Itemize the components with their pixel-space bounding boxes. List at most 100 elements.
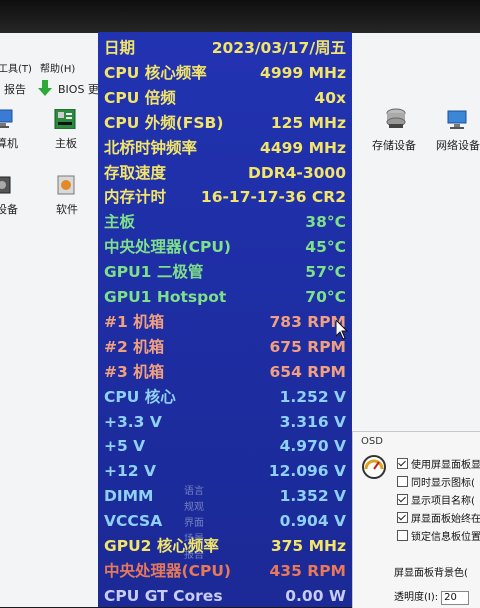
- sensor-row: 主板 38°C: [98, 210, 352, 235]
- sensor-label: +5 V: [104, 437, 146, 456]
- sensor-value: 4499 MHz: [260, 138, 346, 157]
- sensor-label: GPU1 二极管: [104, 263, 204, 282]
- sensor-value: 45°C: [305, 238, 346, 257]
- sensor-value: 654 RPM: [269, 362, 346, 381]
- sensor-label: CPU 倍频: [104, 88, 176, 107]
- menubar: 工具(T) 帮助(H): [0, 33, 100, 75]
- sensor-label: +3.3 V: [104, 412, 162, 431]
- device-label-motherboard[interactable]: 主板: [55, 135, 77, 151]
- sensor-value: 375 MHz: [270, 537, 346, 555]
- sensor-value: 0.904 V: [279, 512, 346, 531]
- sensor-row: DIMM 1.352 V: [98, 484, 352, 509]
- sensor-label: CPU 外频(FSB): [104, 113, 224, 132]
- gauge-icon: [362, 455, 386, 479]
- checkbox-lock[interactable]: [397, 530, 408, 541]
- sensor-row: 存取速度 DDR4-3000: [98, 161, 352, 186]
- device-icon[interactable]: [0, 175, 14, 195]
- sensor-row: 北桥时钟频率 4499 MHz: [98, 136, 352, 161]
- sensor-value: 125 MHz: [270, 113, 346, 132]
- sensor-row: +3.3 V 3.316 V: [98, 410, 352, 435]
- sensor-label: VCCSA: [104, 512, 163, 531]
- toolbar: 报告 BIOS 更: [0, 77, 100, 101]
- sensor-value: 675 RPM: [269, 337, 346, 356]
- osd-settings-panel: OSD 使用屏显面板显 同时显示图标( 显示项目名称( 屏显面板始终在 锁定信息…: [352, 431, 480, 608]
- sensor-value: 57°C: [305, 263, 346, 282]
- sensor-row: +12 V 12.096 V: [98, 459, 352, 484]
- software-icon[interactable]: [56, 175, 78, 195]
- sensor-value: 2023/03/17/周五: [211, 39, 346, 57]
- device-label-computer[interactable]: 算机: [0, 135, 18, 151]
- sensor-label: 中央处理器(CPU): [104, 561, 231, 580]
- transparency-input[interactable]: 20: [441, 591, 470, 605]
- sensor-row: CPU 外频(FSB) 125 MHz: [98, 111, 352, 136]
- sensor-row: 日期 2023/03/17/周五: [98, 36, 352, 61]
- device-label-storage[interactable]: 存储设备: [372, 137, 416, 153]
- osd-option-icons[interactable]: 同时显示图标(: [397, 474, 475, 489]
- device-label-devices[interactable]: 设备: [0, 201, 18, 217]
- menu-help[interactable]: 帮助(H): [40, 60, 75, 75]
- sensor-label: GPU1 Hotspot: [104, 288, 227, 306]
- device-label-network[interactable]: 网络设备: [436, 137, 480, 153]
- menu-tools[interactable]: 工具(T): [0, 60, 32, 75]
- sensor-value: 40x: [314, 88, 346, 107]
- sensor-label: 存取速度: [104, 163, 167, 182]
- osd-option-names[interactable]: 显示项目名称(: [397, 492, 475, 507]
- sensor-row: #2 机箱 675 RPM: [98, 335, 352, 360]
- sensor-label: CPU GT Cores: [104, 586, 223, 605]
- sensor-value: 783 RPM: [269, 312, 346, 331]
- sensor-row: 中央处理器(CPU) 435 RPM: [98, 559, 352, 584]
- monitor-bezel: [0, 0, 480, 33]
- sensor-label: CPU 核心: [104, 387, 176, 406]
- sensor-label: 日期: [104, 39, 136, 57]
- computer-icon[interactable]: [0, 109, 16, 129]
- osd-title: OSD: [361, 436, 383, 447]
- osd-option-enable[interactable]: 使用屏显面板显: [397, 456, 480, 471]
- sensor-row: GPU1 Hotspot 70°C: [98, 285, 352, 310]
- sensor-value: 435 RPM: [269, 561, 346, 580]
- download-arrow-icon: [38, 80, 52, 96]
- sensor-row: GPU2 核心频率 375 MHz: [98, 534, 352, 559]
- sensor-value: 70°C: [305, 288, 346, 306]
- osd-option-label: 使用屏显面板显: [411, 460, 480, 471]
- sensor-row: GPU1 二极管 57°C: [98, 260, 352, 285]
- checkbox-names[interactable]: [397, 494, 408, 505]
- sensor-label: CPU 核心频率: [104, 63, 207, 82]
- sensor-row: 内存计时 16-17-17-36 CR2: [98, 185, 352, 210]
- sensor-label: #1 机箱: [104, 312, 165, 331]
- sensor-label: #2 机箱: [104, 337, 165, 356]
- storage-icon[interactable]: [384, 107, 408, 129]
- osd-sensor-overlay: 语言 规观 界面 场景 报告 日期 2023/03/17/周五 CPU 核心频率 49…: [98, 32, 352, 607]
- sensor-row: #1 机箱 783 RPM: [98, 310, 352, 335]
- sensor-label: GPU2 核心频率: [104, 537, 219, 555]
- osd-option-label: 同时显示图标(: [411, 478, 475, 489]
- checkbox-ontop[interactable]: [397, 512, 408, 523]
- motherboard-icon[interactable]: [54, 109, 76, 129]
- sensor-value: 3.316 V: [279, 412, 346, 431]
- report-button[interactable]: 报告: [4, 81, 26, 97]
- sensor-row: VCCSA 0.904 V: [98, 509, 352, 534]
- sensor-value: 16-17-17-36 CR2: [200, 188, 346, 207]
- sensor-value: 1.252 V: [279, 387, 346, 406]
- network-icon[interactable]: [446, 109, 470, 131]
- mouse-cursor-icon: [336, 320, 348, 340]
- osd-transparency: 透明度(I): 20: [394, 588, 470, 605]
- sensor-value: 38°C: [305, 213, 346, 232]
- sensor-label: 主板: [104, 213, 136, 232]
- sensor-value: DDR4-3000: [247, 163, 346, 182]
- sensor-row: #3 机箱 654 RPM: [98, 360, 352, 385]
- transparency-label: 透明度(I):: [394, 592, 439, 603]
- checkbox-icons[interactable]: [397, 476, 408, 487]
- sensor-value: 4.970 V: [279, 437, 346, 456]
- osd-bg-color-label[interactable]: 屏显面板背景色(: [394, 564, 468, 579]
- osd-option-label: 屏显面板始终在: [411, 514, 480, 525]
- device-label-software[interactable]: 软件: [56, 201, 78, 217]
- sensor-label: DIMM: [104, 487, 154, 506]
- bios-update-button[interactable]: BIOS 更: [58, 81, 99, 97]
- sensor-value: 4999 MHz: [260, 63, 346, 82]
- checkbox-enable[interactable]: [397, 458, 408, 469]
- osd-option-lock[interactable]: 锁定信息板位置: [397, 528, 480, 543]
- sensor-row: 中央处理器(CPU) 45°C: [98, 235, 352, 260]
- sensor-label: 北桥时钟频率: [104, 138, 198, 157]
- osd-option-ontop[interactable]: 屏显面板始终在: [397, 510, 480, 525]
- sensor-row: CPU 核心频率 4999 MHz: [98, 61, 352, 86]
